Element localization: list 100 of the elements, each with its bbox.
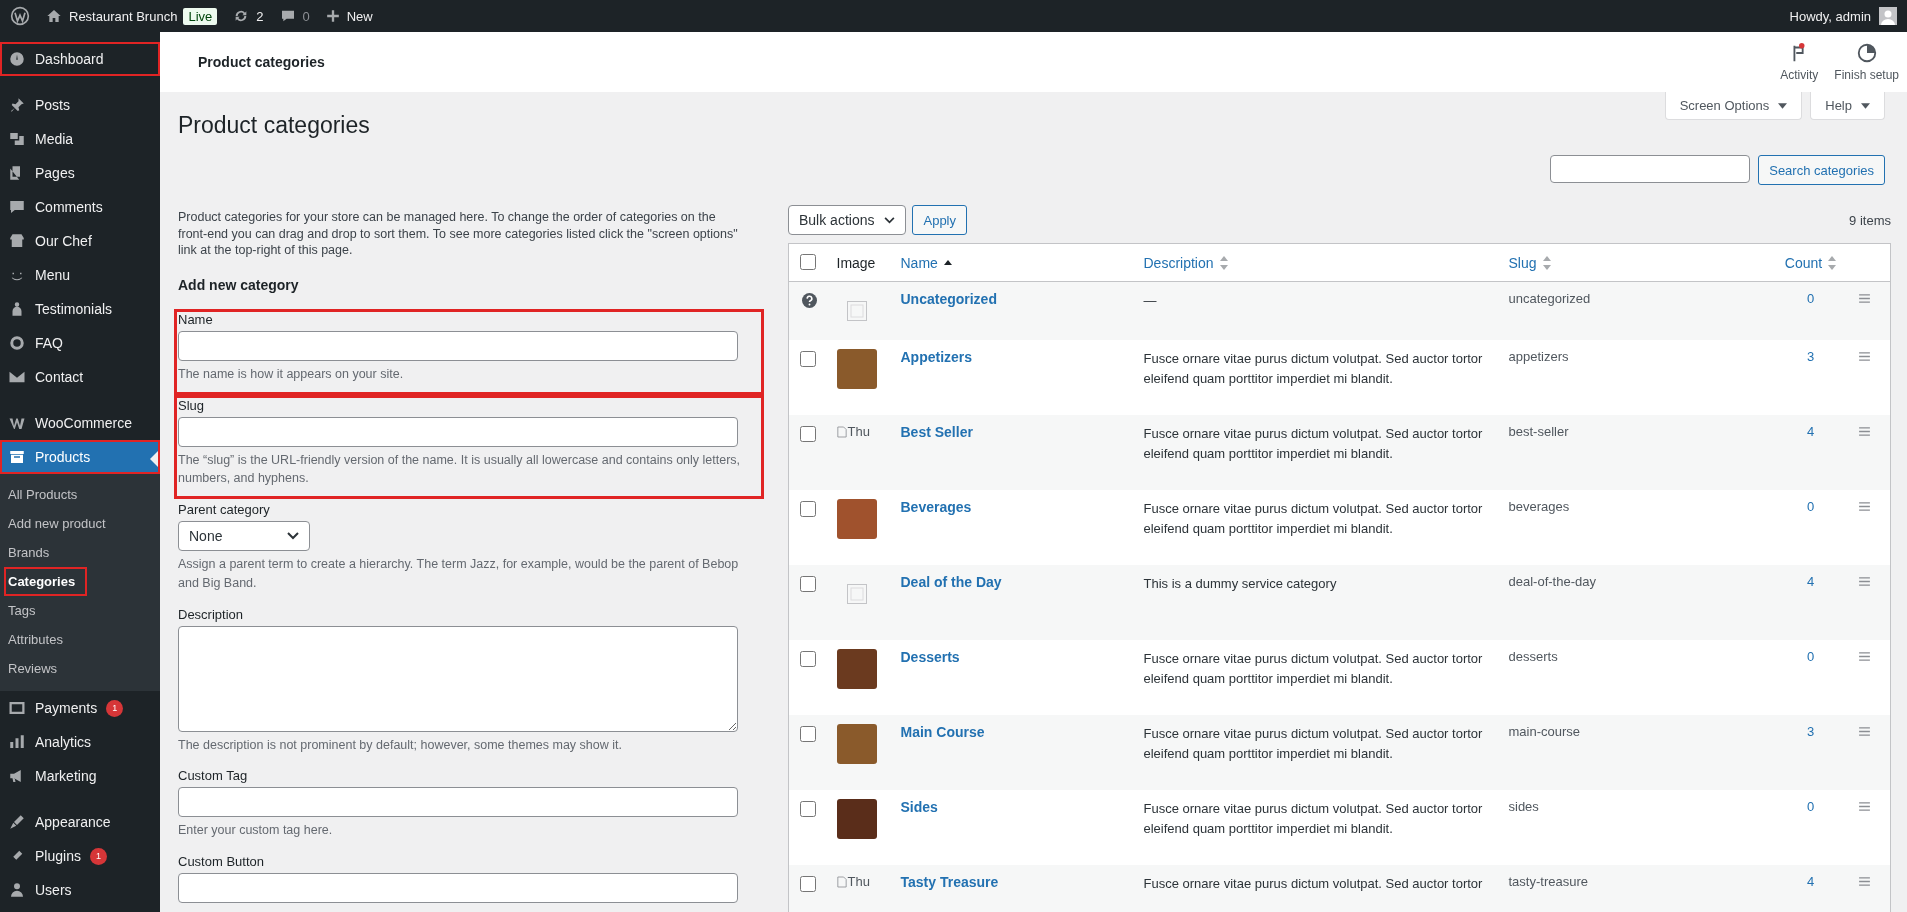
sidebar-menu-item[interactable]: FAQ	[0, 326, 160, 360]
chevron-down-icon	[287, 532, 299, 541]
sidebar-menu-item[interactable]: Pages	[0, 156, 160, 190]
comments-link[interactable]: 0	[279, 8, 310, 24]
sidebar-menu-item[interactable]: Posts	[0, 88, 160, 122]
help-icon[interactable]	[802, 293, 817, 308]
category-count-link[interactable]: 4	[1806, 574, 1815, 589]
category-name-link[interactable]: Main Course	[900, 724, 985, 740]
submenu-item[interactable]: Tags	[4, 596, 48, 625]
category-name-link[interactable]: Best Seller	[900, 424, 973, 440]
submenu-item[interactable]: Add new product	[4, 509, 118, 538]
new-link[interactable]: New	[325, 8, 373, 24]
item-count: 9 items	[1849, 212, 1891, 228]
header-action[interactable]: Activity	[1772, 42, 1827, 82]
header-action[interactable]: Finish setup	[1826, 42, 1907, 82]
select-all-checkbox[interactable]	[800, 254, 816, 270]
row-checkbox[interactable]	[800, 651, 816, 667]
search-button[interactable]: Search categories	[1758, 155, 1885, 185]
screen-meta-tab[interactable]: Screen Options	[1664, 92, 1803, 120]
text-field[interactable]	[178, 416, 738, 447]
slug-cell: tasty-treasure	[1500, 865, 1771, 912]
category-count-link[interactable]: 0	[1806, 499, 1815, 514]
category-name-link[interactable]: Tasty Treasure	[900, 874, 999, 890]
category-name-link[interactable]: Uncategorized	[900, 291, 997, 307]
row-checkbox[interactable]	[800, 726, 816, 742]
column-header-link[interactable]: Slug	[1508, 254, 1551, 271]
drag-handle-icon[interactable]	[1858, 352, 1870, 361]
text-field[interactable]	[178, 787, 738, 818]
sidebar-menu-item[interactable]: Marketing	[0, 759, 160, 793]
sidebar-menu-item[interactable]: Plugins 1	[0, 839, 160, 873]
submenu-item[interactable]: Brands	[4, 538, 62, 567]
submenu-item[interactable]: Categories	[4, 567, 88, 596]
category-count-link[interactable]: 0	[1806, 799, 1815, 814]
sidebar-menu-item[interactable]: Appearance	[0, 805, 160, 839]
drag-handle-icon[interactable]	[1858, 802, 1870, 811]
sidebar-menu-item[interactable]: WooCommerce	[0, 406, 160, 440]
form-heading: Add new category	[178, 276, 300, 293]
category-name-link[interactable]: Appetizers	[900, 349, 973, 365]
category-name-link[interactable]: Sides	[900, 799, 938, 815]
slug-cell: best-seller	[1500, 415, 1771, 490]
sidebar-menu-item[interactable]: Products	[0, 440, 160, 474]
category-count-link[interactable]: 0	[1806, 291, 1815, 306]
drag-handle-icon[interactable]	[1858, 877, 1870, 886]
submenu-item[interactable]: Reviews	[4, 654, 70, 683]
category-count-link[interactable]: 3	[1806, 349, 1815, 364]
category-count-link[interactable]: 4	[1806, 424, 1815, 439]
drag-handle-icon[interactable]	[1858, 652, 1870, 661]
live-badge: Live	[183, 7, 218, 25]
sidebar-menu-item[interactable]: Menu	[0, 258, 160, 292]
submenu-item[interactable]: Attributes	[4, 625, 75, 654]
updates-link[interactable]: 2	[233, 8, 264, 24]
bulk-actions-select[interactable]: Bulk actions	[788, 205, 907, 235]
row-checkbox[interactable]	[800, 576, 816, 592]
site-name-link[interactable]: Restaurant Brunch	[46, 8, 178, 24]
row-checkbox[interactable]	[800, 801, 816, 817]
drag-handle-icon[interactable]	[1858, 427, 1870, 436]
select-field[interactable]: None	[178, 521, 310, 552]
text-field[interactable]	[178, 330, 738, 361]
row-checkbox[interactable]	[800, 501, 816, 517]
column-header-link[interactable]: Name	[900, 254, 952, 271]
sidebar-menu-item[interactable]: Analytics	[0, 725, 160, 759]
sidebar-menu-item[interactable]: Contact	[0, 360, 160, 394]
wordpress-logo-icon[interactable]	[10, 6, 30, 26]
page-title: Product categories	[178, 111, 370, 139]
drag-handle-icon[interactable]	[1858, 502, 1870, 511]
sidebar-menu-item[interactable]: Comments	[0, 190, 160, 224]
category-name-link[interactable]: Deal of the Day	[900, 574, 1002, 590]
category-count-link[interactable]: 3	[1806, 724, 1815, 739]
column-header-link[interactable]: Count	[1784, 254, 1837, 271]
image-alt-text: Thu	[847, 874, 870, 889]
apply-button[interactable]: Apply	[912, 205, 967, 235]
sidebar-menu-item[interactable]: Media	[0, 122, 160, 156]
menu-icon	[8, 232, 26, 250]
sidebar-menu-item[interactable]: Our Chef	[0, 224, 160, 258]
row-checkbox[interactable]	[800, 351, 816, 367]
text-field[interactable]	[178, 873, 738, 904]
drag-handle-icon[interactable]	[1858, 727, 1870, 736]
broken-image-icon	[836, 875, 847, 888]
description-cell: Fusce ornare vitae purus dictum volutpat. Sed auctor tortor eleifend quam porttitor imperdiet mi blandit.	[1135, 640, 1501, 715]
category-count-link[interactable]: 0	[1806, 649, 1815, 664]
account-link[interactable]: Howdy, admin	[1789, 7, 1897, 25]
sidebar-menu-item[interactable]: Testimonials	[0, 292, 160, 326]
sidebar-menu-item[interactable]: Users	[0, 873, 160, 907]
sidebar-menu-item[interactable]: Dashboard	[0, 42, 160, 76]
drag-handle-icon[interactable]	[1858, 294, 1870, 303]
category-count-link[interactable]: 4	[1806, 874, 1815, 889]
sidebar-menu-item[interactable]: Payments 1	[0, 691, 160, 725]
drag-handle-icon[interactable]	[1858, 577, 1870, 586]
category-name-link[interactable]: Desserts	[900, 649, 960, 665]
row-checkbox[interactable]	[800, 876, 816, 892]
textarea-field[interactable]	[178, 625, 738, 732]
search-field[interactable]	[1550, 155, 1751, 183]
category-name-link[interactable]: Beverages	[900, 499, 972, 515]
current-pointer-icon	[150, 451, 158, 467]
screen-meta-tab[interactable]: Help	[1810, 92, 1885, 120]
submenu-item[interactable]: All Products	[4, 480, 90, 509]
menu-icon	[8, 448, 26, 466]
column-header-link[interactable]: Description	[1143, 254, 1228, 271]
comment-icon	[279, 8, 296, 24]
row-checkbox[interactable]	[800, 426, 816, 442]
